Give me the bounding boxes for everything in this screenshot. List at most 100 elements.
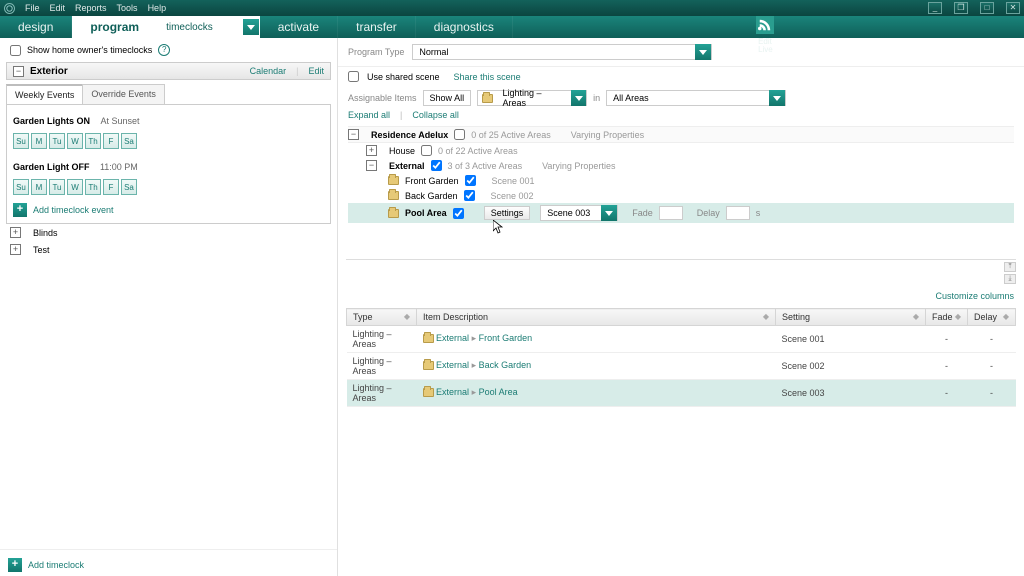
- window-max-button[interactable]: □: [980, 2, 994, 14]
- cell-desc[interactable]: External ▸ Back Garden: [417, 353, 776, 380]
- tab-design[interactable]: design: [0, 16, 72, 38]
- sort-icon[interactable]: ◆: [404, 312, 410, 321]
- showall-button[interactable]: Show All: [423, 90, 472, 106]
- area-checkbox[interactable]: [453, 208, 464, 219]
- sort-icon[interactable]: ◆: [913, 312, 919, 321]
- day-button[interactable]: M: [31, 133, 47, 149]
- add-event-button[interactable]: +: [13, 203, 27, 217]
- chevron-down-icon[interactable]: [601, 205, 617, 221]
- use-shared-checkbox[interactable]: [348, 71, 359, 82]
- day-button[interactable]: M: [31, 179, 47, 195]
- tree-area[interactable]: Back Garden: [405, 191, 458, 201]
- chevron-down-icon[interactable]: [769, 90, 785, 106]
- window-close-button[interactable]: ✕: [1006, 2, 1020, 14]
- expand-icon[interactable]: +: [366, 145, 377, 156]
- collapse-icon[interactable]: −: [13, 66, 24, 77]
- tab-diagnostics[interactable]: diagnostics: [416, 16, 513, 38]
- day-button[interactable]: Sa: [121, 179, 137, 195]
- day-button[interactable]: Tu: [49, 179, 65, 195]
- residence-checkbox[interactable]: [454, 129, 465, 140]
- subtab-weekly[interactable]: Weekly Events: [6, 84, 83, 104]
- customize-columns-link[interactable]: Customize columns: [935, 291, 1014, 301]
- program-subselect[interactable]: timeclocks: [158, 16, 260, 38]
- menu-reports[interactable]: Reports: [75, 3, 107, 13]
- external-checkbox[interactable]: [431, 160, 442, 171]
- table-row[interactable]: Lighting – Areas External ▸ Pool Area Sc…: [347, 380, 1016, 407]
- day-button[interactable]: Su: [13, 133, 29, 149]
- day-button[interactable]: W: [67, 179, 83, 195]
- day-button[interactable]: F: [103, 133, 119, 149]
- day-button[interactable]: Th: [85, 133, 101, 149]
- day-button[interactable]: F: [103, 179, 119, 195]
- section-exterior-header[interactable]: − Exterior Calendar | Edit: [6, 62, 331, 80]
- edit-link[interactable]: Edit: [308, 66, 324, 76]
- sort-icon[interactable]: ◆: [763, 312, 769, 321]
- move-top-icon[interactable]: ⤒: [1004, 262, 1016, 272]
- col-type[interactable]: Type: [353, 312, 373, 322]
- col-fade[interactable]: Fade: [932, 312, 953, 322]
- tab-activate[interactable]: activate: [260, 16, 338, 38]
- cell-setting: Scene 001: [776, 326, 926, 353]
- area-checkbox[interactable]: [465, 175, 476, 186]
- collapse-icon[interactable]: −: [366, 160, 377, 171]
- collapse-icon[interactable]: −: [348, 129, 359, 140]
- tree-external[interactable]: External: [389, 161, 425, 171]
- calendar-link[interactable]: Calendar: [250, 66, 287, 76]
- sort-icon[interactable]: ◆: [1003, 312, 1009, 321]
- timeclock-event[interactable]: Garden Lights ON At Sunset Su M Tu W Th …: [13, 111, 324, 149]
- table-row[interactable]: Lighting – Areas External ▸ Back Garden …: [347, 353, 1016, 380]
- tree-residence[interactable]: Residence Adelux: [371, 130, 448, 140]
- move-bottom-icon[interactable]: ⤓: [1004, 274, 1016, 284]
- section-blinds[interactable]: Blinds: [33, 228, 58, 238]
- cell-desc[interactable]: External ▸ Pool Area: [417, 380, 776, 407]
- area-checkbox[interactable]: [464, 190, 475, 201]
- expand-icon[interactable]: +: [10, 227, 21, 238]
- areas-select[interactable]: All Areas: [606, 90, 786, 106]
- help-icon[interactable]: ?: [158, 44, 170, 56]
- day-button[interactable]: Tu: [49, 133, 65, 149]
- add-timeclock-button[interactable]: +: [8, 558, 22, 572]
- fade-input[interactable]: [659, 206, 683, 220]
- tree-area[interactable]: Front Garden: [405, 176, 459, 186]
- add-event-label[interactable]: Add timeclock event: [33, 205, 114, 215]
- tree-area-selected[interactable]: Pool Area: [405, 208, 447, 218]
- share-scene-link[interactable]: Share this scene: [454, 72, 521, 82]
- expand-all-link[interactable]: Expand all: [348, 110, 390, 120]
- menu-tools[interactable]: Tools: [117, 3, 138, 13]
- delay-input[interactable]: [726, 206, 750, 220]
- window-min-button[interactable]: _: [928, 2, 942, 14]
- collapse-all-link[interactable]: Collapse all: [412, 110, 459, 120]
- expand-icon[interactable]: +: [10, 244, 21, 255]
- tree-house[interactable]: House: [389, 146, 415, 156]
- subtab-override[interactable]: Override Events: [82, 84, 165, 104]
- col-setting[interactable]: Setting: [782, 312, 810, 322]
- col-desc[interactable]: Item Description: [423, 312, 488, 322]
- chevron-down-icon[interactable]: [695, 44, 711, 60]
- settings-button[interactable]: Settings: [484, 206, 531, 220]
- menu-help[interactable]: Help: [148, 3, 167, 13]
- menu-file[interactable]: File: [25, 3, 40, 13]
- col-delay[interactable]: Delay: [974, 312, 997, 322]
- program-type-select[interactable]: Normal: [412, 44, 712, 60]
- chevron-down-icon[interactable]: [243, 19, 259, 35]
- day-button[interactable]: Sa: [121, 133, 137, 149]
- day-button[interactable]: Th: [85, 179, 101, 195]
- add-timeclock-label[interactable]: Add timeclock: [28, 560, 84, 570]
- day-button[interactable]: W: [67, 133, 83, 149]
- scene-select[interactable]: Scene 003: [540, 205, 618, 221]
- day-button[interactable]: Su: [13, 179, 29, 195]
- sort-icon[interactable]: ◆: [955, 312, 961, 321]
- cell-desc[interactable]: External ▸ Front Garden: [417, 326, 776, 353]
- tab-transfer[interactable]: transfer: [338, 16, 416, 38]
- house-checkbox[interactable]: [421, 145, 432, 156]
- menu-edit[interactable]: Edit: [50, 3, 66, 13]
- section-test[interactable]: Test: [33, 245, 50, 255]
- chevron-down-icon[interactable]: [571, 90, 586, 106]
- show-homeowner-checkbox[interactable]: [10, 45, 21, 56]
- table-row[interactable]: Lighting – Areas External ▸ Front Garden…: [347, 326, 1016, 353]
- tab-program[interactable]: program: [72, 16, 158, 38]
- feed-icon[interactable]: [756, 16, 774, 34]
- window-restore-button[interactable]: ❐: [954, 2, 968, 14]
- category-select[interactable]: Lighting – Areas: [477, 90, 587, 106]
- timeclock-event[interactable]: Garden Light OFF 11:00 PM Su M Tu W Th F…: [13, 157, 324, 195]
